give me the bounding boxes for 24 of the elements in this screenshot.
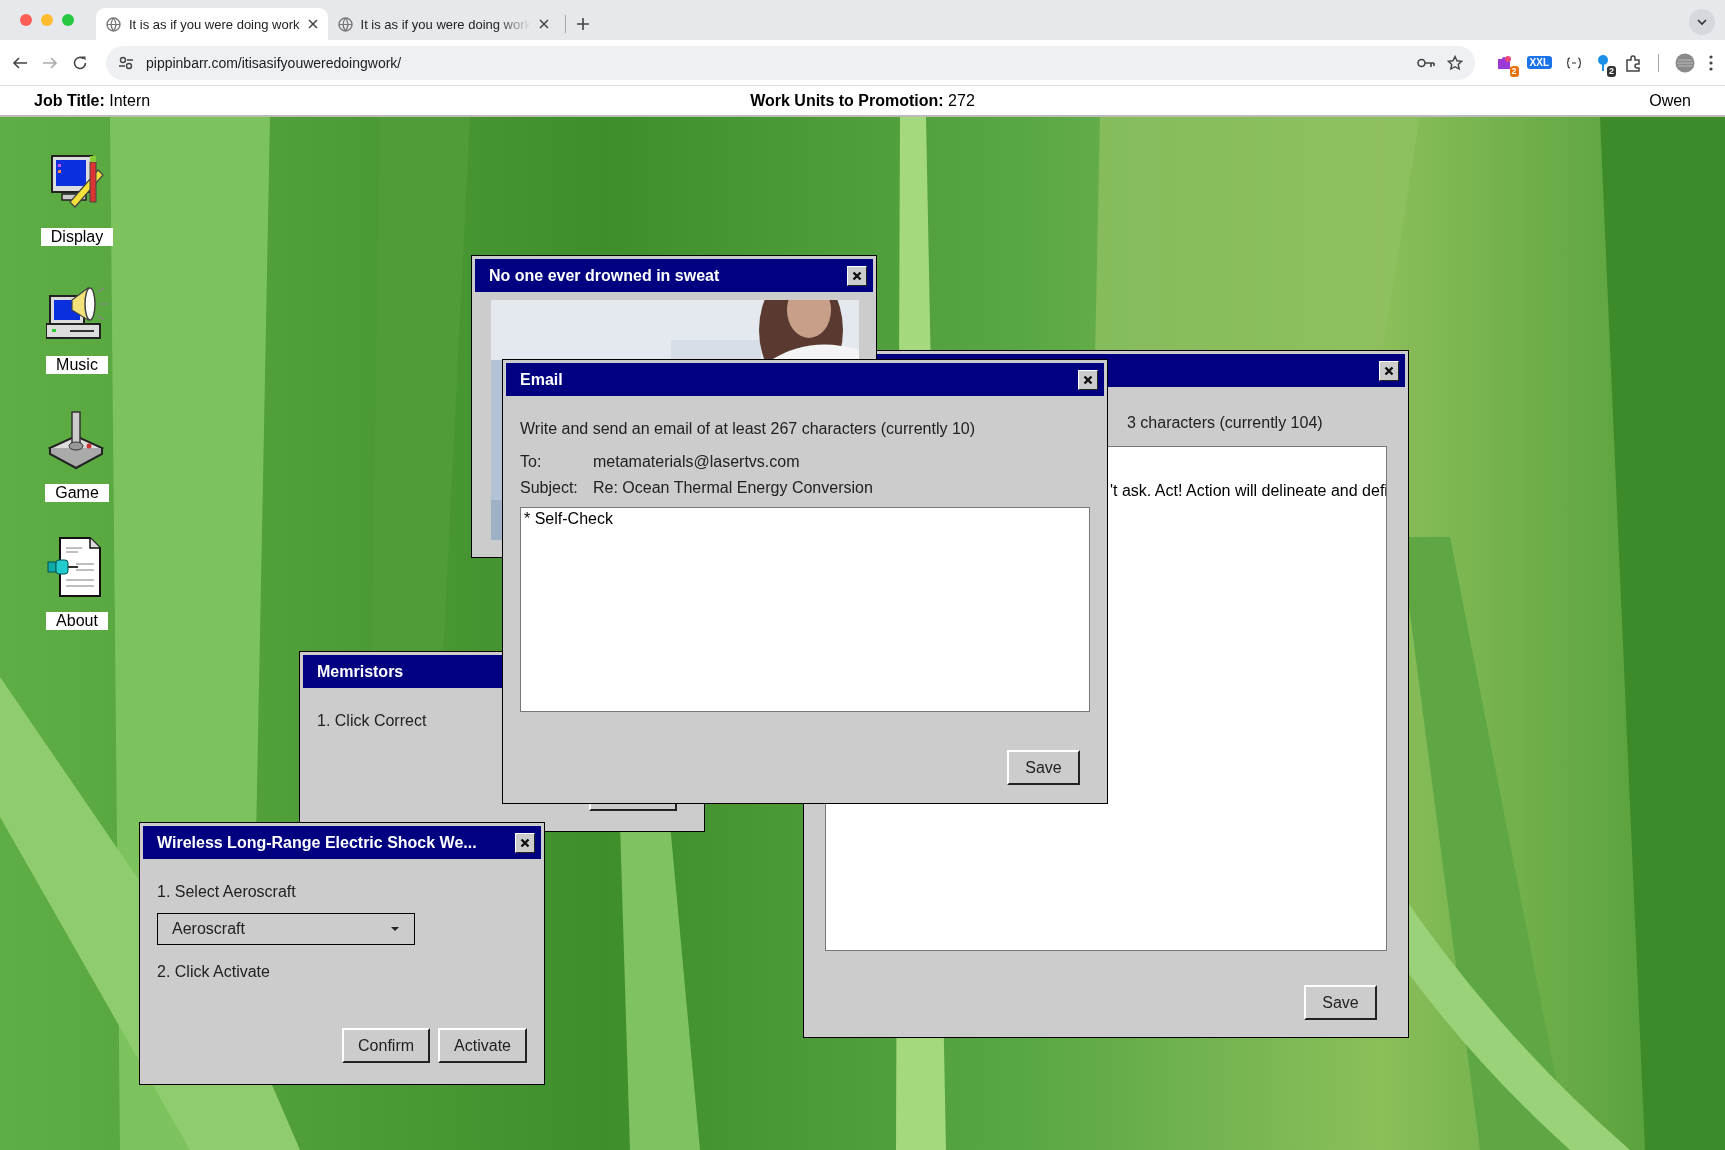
close-icon[interactable] [307,19,318,29]
job-title: Job Title: Intern [34,91,152,110]
reload-icon[interactable] [72,54,88,71]
extension-badge: 2 [1509,65,1519,77]
braces-icon[interactable] [1566,56,1582,69]
work-units-to-promotion: Work Units to Promotion: 272 [750,91,975,110]
puzzle-icon[interactable] [1624,53,1642,72]
address-bar[interactable]: pippinbarr.com/itisasifyouweredoingwork/ [106,45,1475,80]
star-icon[interactable] [1446,54,1463,71]
tune-icon[interactable] [118,54,134,71]
menu-icon[interactable] [1709,54,1713,71]
chevron-down-icon[interactable] [1689,9,1715,35]
extension-badge: 2 [1607,65,1616,77]
pin-icon[interactable] [1596,53,1610,72]
back-icon[interactable] [12,54,28,71]
browser-tab[interactable]: It is as if you were doing work [96,8,328,40]
user-name: Owen [1649,91,1691,110]
close-icon[interactable] [539,19,550,29]
key-icon[interactable] [1416,56,1435,69]
extension-badge[interactable]: XXL [1526,56,1552,69]
profile-avatar-icon[interactable] [1675,52,1695,73]
new-tab-icon[interactable] [576,17,591,31]
globe-icon [106,16,121,32]
globe-icon [337,16,353,32]
